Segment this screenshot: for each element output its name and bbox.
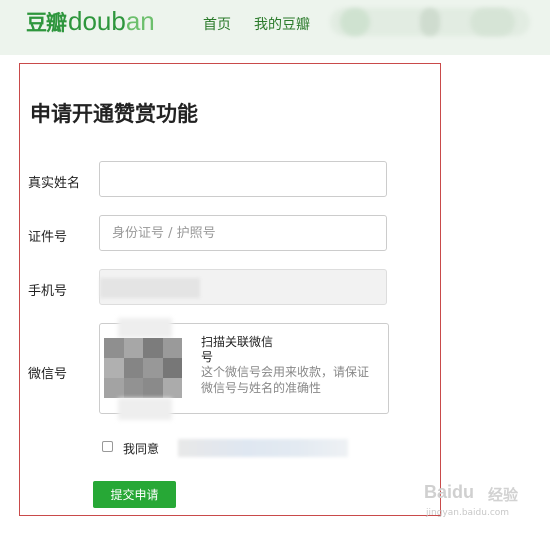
submit-button[interactable]: 提交申请 xyxy=(93,481,176,508)
reward-application-form: 申请开通赞赏功能 真实姓名 证件号 手机号 微信号 扫描关联微信号 这个微信号会… xyxy=(19,63,441,516)
id-number-field xyxy=(99,215,387,251)
nav-my-douban-link[interactable]: 我的豆瓣 xyxy=(254,14,310,34)
logo-en-text: douban xyxy=(68,6,155,36)
real-name-field xyxy=(99,161,387,197)
real-name-label: 真实姓名 xyxy=(28,176,81,191)
qr-code-blur xyxy=(118,398,172,420)
real-name-input[interactable] xyxy=(100,162,386,196)
top-navbar: 豆瓣 douban 首页 我的豆瓣 xyxy=(0,0,550,55)
agree-checkbox[interactable] xyxy=(102,441,113,452)
watermark-brand: Baidu xyxy=(424,482,475,502)
wechat-link-box: 扫描关联微信号 这个微信号会用来收款，请保证微信号与姓名的准确性 xyxy=(99,318,389,420)
nav-home-link[interactable]: 首页 xyxy=(203,14,231,34)
watermark-suffix: 经验 xyxy=(488,486,519,504)
douban-logo[interactable]: 豆瓣 douban xyxy=(26,6,155,40)
agree-row: 我同意 xyxy=(102,436,159,457)
phone-field xyxy=(99,269,387,305)
id-number-label: 证件号 xyxy=(28,230,68,245)
phone-label: 手机号 xyxy=(28,284,68,299)
qr-code xyxy=(104,338,182,398)
watermark-url: jingyan.baidu.com xyxy=(426,508,510,518)
qr-code-blur xyxy=(118,318,172,338)
agree-label: 我同意 xyxy=(123,442,160,456)
scan-title: 扫描关联微信号 xyxy=(201,335,274,364)
blurred-user-area xyxy=(470,8,515,36)
logo-cn-text: 豆瓣 xyxy=(26,11,67,35)
blurred-agreement-link[interactable] xyxy=(178,439,348,457)
blurred-phone-number xyxy=(100,278,200,298)
blurred-user-area xyxy=(340,8,370,36)
page-title: 申请开通赞赏功能 xyxy=(30,101,198,126)
baidu-jingyan-watermark: Baidu 经验 jingyan.baidu.com xyxy=(418,478,526,524)
id-number-input[interactable] xyxy=(100,216,386,250)
blurred-user-area xyxy=(420,8,440,36)
scan-description: 这个微信号会用来收款，请保证微信号与姓名的准确性 xyxy=(201,365,370,395)
wechat-label: 微信号 xyxy=(28,367,68,382)
